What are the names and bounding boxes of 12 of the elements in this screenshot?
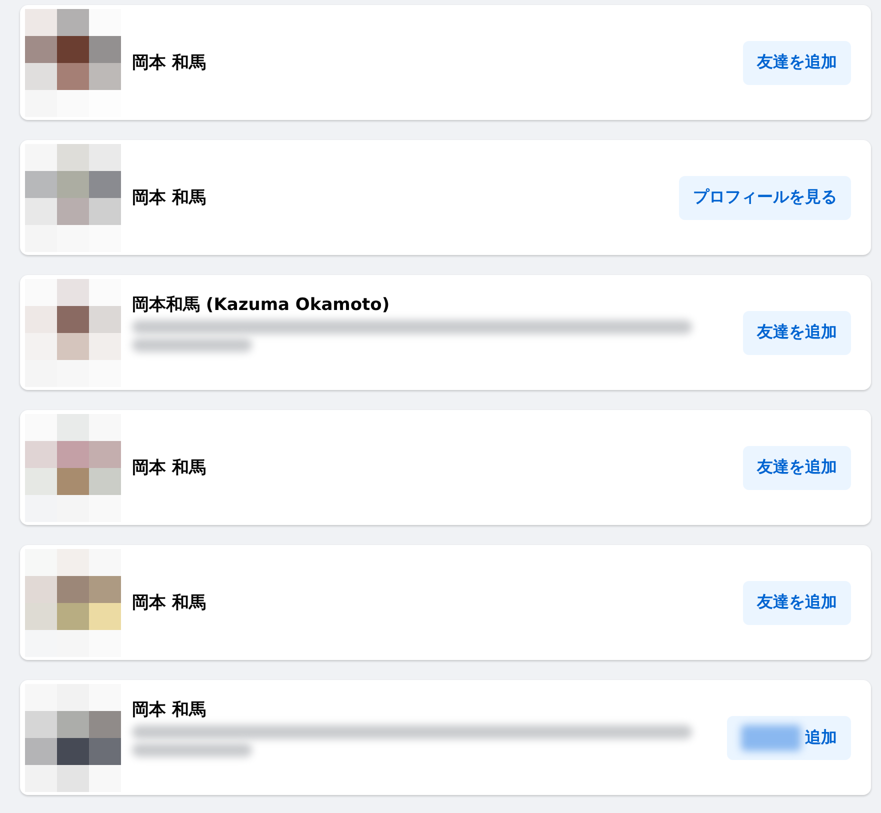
add-friend-button[interactable]: 友達を追加 [743, 446, 851, 490]
add-button[interactable]: 追加 [727, 716, 851, 760]
view-profile-button[interactable]: プロフィールを見る [679, 176, 851, 220]
person-name[interactable]: 岡本 和馬 [132, 591, 743, 614]
person-name[interactable]: 岡本和馬 (Kazuma Okamoto) [132, 293, 743, 316]
add-friend-button[interactable]: 友達を追加 [743, 310, 851, 354]
person-name[interactable]: 岡本 和馬 [132, 698, 727, 721]
person-name[interactable]: 岡本 和馬 [132, 186, 679, 209]
add-friend-button[interactable]: 友達を追加 [743, 40, 851, 84]
person-name[interactable]: 岡本 和馬 [132, 456, 743, 479]
add-friend-button[interactable]: 友達を追加 [743, 580, 851, 624]
person-name[interactable]: 岡本 和馬 [132, 51, 743, 74]
